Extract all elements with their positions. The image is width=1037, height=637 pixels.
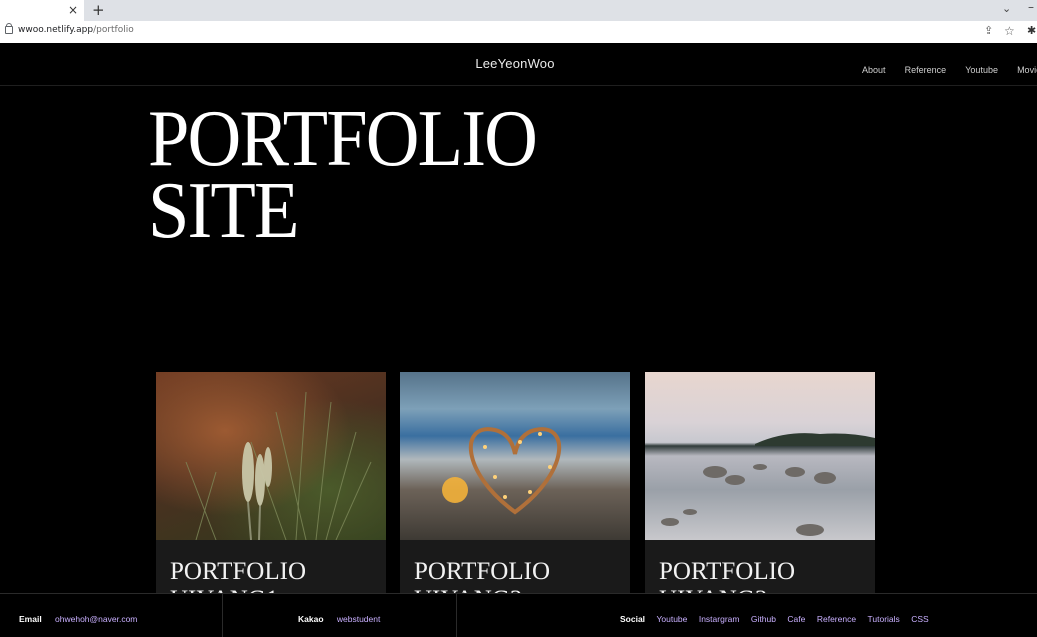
social-link-instagram[interactable]: Instargram: [699, 614, 740, 624]
nav-youtube[interactable]: Youtube: [965, 65, 998, 75]
hero-title-line1: PORTFOLIO: [148, 95, 538, 183]
footer-email-section: Email ohwehoh@naver.com: [0, 594, 223, 637]
share-icon[interactable]: ⇪: [984, 24, 993, 37]
card-title[interactable]: PORTFOLIO UIYANG3: [659, 558, 795, 594]
footer-social-label: Social: [620, 614, 646, 624]
new-tab-icon[interactable]: +: [92, 1, 105, 19]
main-nav: About Reference Youtube Movie: [862, 58, 1037, 77]
nav-reference[interactable]: Reference: [905, 65, 947, 75]
social-link-reference[interactable]: Reference: [817, 614, 856, 624]
browser-tab-bar: × + ⌄ –: [0, 0, 1037, 21]
footer-email-label: Email: [19, 614, 42, 624]
card-image-heart[interactable]: [400, 372, 630, 540]
site-header: LeeYeonWoo About Reference Youtube Movie: [0, 43, 1037, 86]
card-image-lake[interactable]: [645, 372, 875, 540]
nav-about[interactable]: About: [862, 65, 886, 75]
portfolio-card-2[interactable]: PORTFOLIO UIYANG2: [400, 372, 630, 594]
social-link-css[interactable]: CSS: [911, 614, 928, 624]
lock-icon[interactable]: [5, 23, 13, 34]
social-link-github[interactable]: Github: [751, 614, 776, 624]
social-link-youtube[interactable]: Youtube: [657, 614, 688, 624]
close-tab-icon[interactable]: ×: [68, 2, 78, 18]
hero-title-line2: SITE: [148, 167, 299, 255]
extensions-icon[interactable]: ✱: [1027, 24, 1036, 37]
nav-movie[interactable]: Movie: [1017, 65, 1037, 75]
hero-title: PORTFOLIO SITE: [148, 95, 565, 255]
social-link-tutorials[interactable]: Tutorials: [868, 614, 900, 624]
portfolio-card-1[interactable]: PORTFOLIO UIYANG1: [156, 372, 386, 594]
footer-email-link[interactable]: ohwehoh@naver.com: [55, 614, 137, 624]
footer-kakao-label: Kakao: [298, 614, 324, 624]
footer-kakao-link[interactable]: webstudent: [337, 614, 380, 624]
browser-tab[interactable]: ×: [0, 0, 84, 21]
address-bar[interactable]: wwoo.netlify.app/portfolio ⇪ ☆ ✱: [0, 21, 1037, 44]
footer-social-section: Social Youtube Instargram Github Cafe Re…: [457, 594, 1037, 637]
chevron-down-icon[interactable]: ⌄: [1002, 2, 1011, 15]
minimize-icon[interactable]: –: [1028, 0, 1034, 14]
url-text[interactable]: wwoo.netlify.app/portfolio: [18, 25, 134, 35]
social-link-cafe[interactable]: Cafe: [787, 614, 805, 624]
star-icon[interactable]: ☆: [1004, 24, 1015, 38]
portfolio-card-3[interactable]: PORTFOLIO UIYANG3: [645, 372, 875, 594]
card-title[interactable]: PORTFOLIO UIYANG1: [170, 558, 306, 594]
card-image-wheat[interactable]: [156, 372, 386, 540]
site-footer: Email ohwehoh@naver.com Kakao webstudent…: [0, 593, 1037, 637]
footer-kakao-section: Kakao webstudent: [223, 594, 457, 637]
card-title[interactable]: PORTFOLIO UIYANG2: [414, 558, 550, 594]
